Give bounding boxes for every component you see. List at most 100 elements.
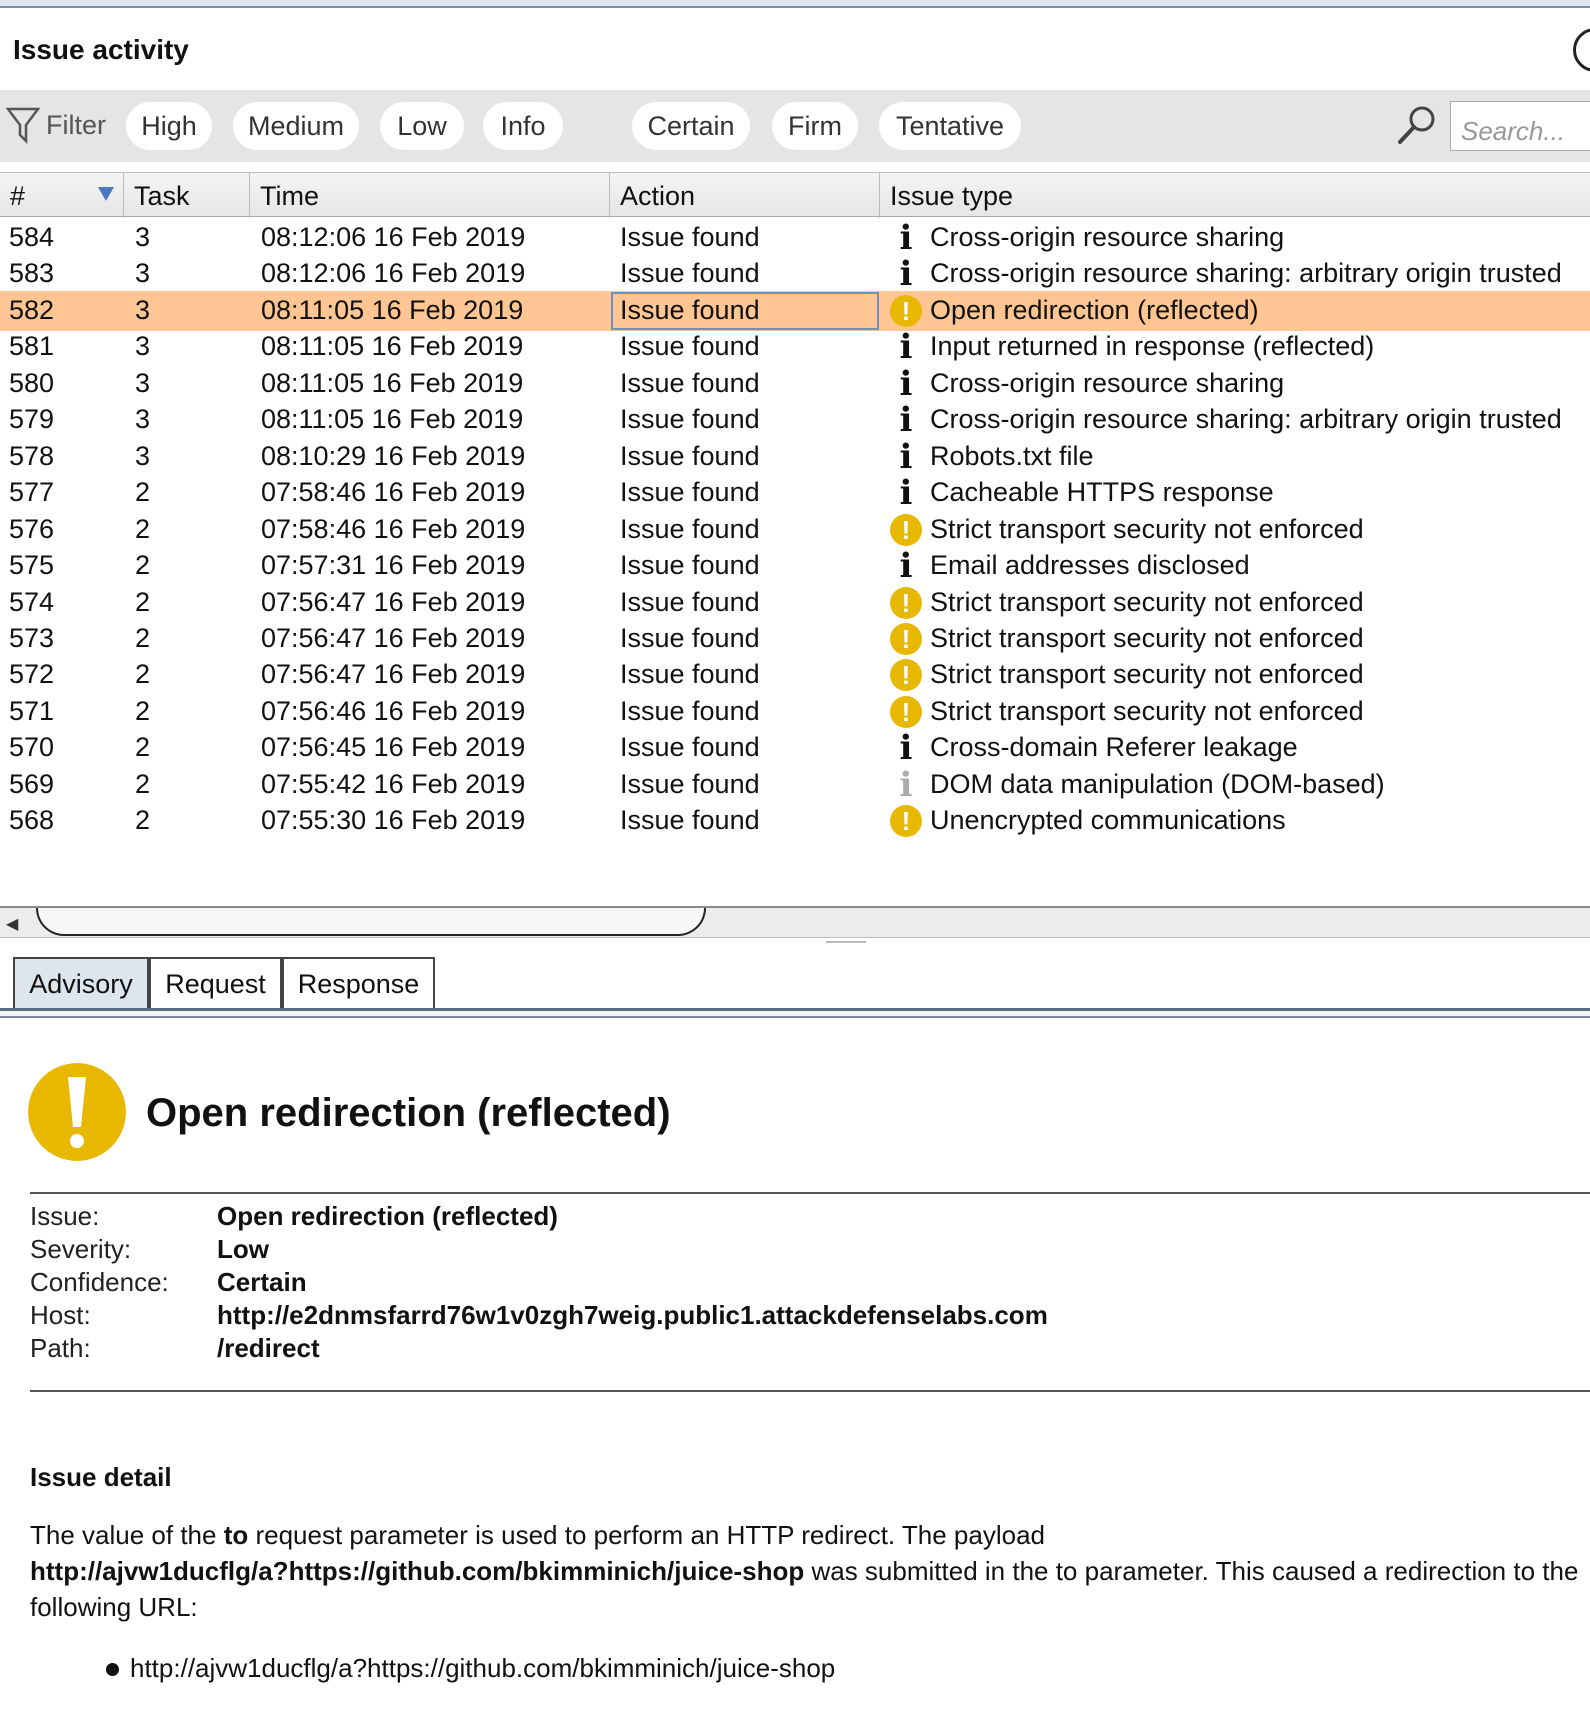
row-action: Issue found bbox=[620, 622, 760, 653]
row-task: 2 bbox=[135, 805, 151, 836]
row-action: Issue found bbox=[620, 695, 760, 726]
row-task: 3 bbox=[135, 440, 151, 471]
row-task: 3 bbox=[135, 404, 151, 435]
table-header: # Task Time Action Issue type bbox=[0, 172, 1590, 218]
filter-certain-button[interactable]: Certain bbox=[632, 102, 750, 150]
row-task: 2 bbox=[135, 513, 151, 544]
horizontal-scrollbar[interactable]: ◀ bbox=[0, 906, 1590, 938]
row-time: 07:55:30 16 Feb 2019 bbox=[261, 805, 526, 836]
meta-label: Path: bbox=[30, 1333, 91, 1363]
row-number: 569 bbox=[9, 768, 55, 799]
column-header-time[interactable]: Time bbox=[250, 173, 610, 218]
search-input[interactable] bbox=[1450, 101, 1590, 151]
row-number: 568 bbox=[9, 805, 55, 836]
table-row[interactable]: 572 2 07:56:47 16 Feb 2019 Issue found! Stri… bbox=[0, 655, 1590, 695]
scroll-left-arrow-icon[interactable]: ◀ bbox=[6, 914, 18, 934]
info-icon: i bbox=[899, 473, 913, 514]
row-task: 2 bbox=[135, 550, 151, 581]
row-task: 2 bbox=[135, 695, 151, 726]
tab-advisory[interactable]: Advisory bbox=[13, 957, 149, 1009]
row-number: 573 bbox=[9, 622, 55, 653]
row-number: 575 bbox=[9, 550, 55, 581]
filter-icon[interactable] bbox=[6, 105, 40, 145]
column-header-number-label: # bbox=[10, 181, 26, 211]
meta-label: Issue: bbox=[30, 1201, 100, 1231]
table-row[interactable]: 578 3 08:10:29 16 Feb 2019 Issue found i Robo… bbox=[0, 437, 1590, 477]
table-row[interactable]: 576 2 07:58:46 16 Feb 2019 Issue found! Stri… bbox=[0, 510, 1590, 550]
row-action: Issue found bbox=[620, 222, 760, 252]
table-row[interactable]: 569 2 07:55:42 16 Feb 2019 Issue found i DOM … bbox=[0, 765, 1590, 805]
warning-icon: ! bbox=[890, 294, 922, 327]
issue-detail-text: The value of the to request parameter is… bbox=[30, 1517, 1590, 1625]
row-action: Issue found bbox=[620, 586, 760, 617]
row-action: Issue found bbox=[620, 440, 760, 471]
row-number: 581 bbox=[9, 331, 55, 362]
row-issue-type: Email addresses disclosed bbox=[930, 550, 1250, 581]
column-header-action[interactable]: Action bbox=[610, 173, 880, 218]
row-issue-type: Strict transport security not enforced bbox=[930, 586, 1364, 617]
warning-icon: ! bbox=[890, 586, 922, 619]
table-row[interactable]: 584 3 08:12:06 16 Feb 2019 Issue found i Cros… bbox=[0, 218, 1590, 258]
table-row[interactable]: 582 3 08:11:05 16 Feb 2019 Issue found! Open… bbox=[0, 290, 1590, 331]
tab-response[interactable]: Response bbox=[282, 957, 435, 1009]
pane-splitter-handle[interactable] bbox=[826, 941, 866, 947]
filter-firm-button[interactable]: Firm bbox=[772, 102, 858, 150]
row-issue-type: Cacheable HTTPS response bbox=[930, 477, 1274, 508]
table-row[interactable]: 579 3 08:11:05 16 Feb 2019 Issue found i Cros… bbox=[0, 400, 1590, 440]
row-time: 07:56:47 16 Feb 2019 bbox=[261, 622, 526, 653]
row-task: 3 bbox=[135, 331, 151, 362]
table-row[interactable]: 577 2 07:58:46 16 Feb 2019 Issue found i Cach… bbox=[0, 473, 1590, 513]
table-row[interactable]: 580 3 08:11:05 16 Feb 2019 Issue found i Cros… bbox=[0, 364, 1590, 404]
scrollbar-thumb[interactable] bbox=[36, 908, 706, 936]
table-row[interactable]: 570 2 07:56:45 16 Feb 2019 Issue found i Cros… bbox=[0, 728, 1590, 768]
table-row[interactable]: 571 2 07:56:46 16 Feb 2019 Issue found! Stri… bbox=[0, 692, 1590, 732]
row-number: 583 bbox=[9, 258, 55, 289]
row-task: 2 bbox=[135, 622, 151, 653]
info-icon: i bbox=[899, 764, 913, 805]
table-row[interactable]: 583 3 08:12:06 16 Feb 2019 Issue found i Cros… bbox=[0, 254, 1590, 294]
filter-low-button[interactable]: Low bbox=[380, 102, 464, 150]
info-icon: i bbox=[899, 218, 913, 258]
table-row[interactable]: 575 2 07:57:31 16 Feb 2019 Issue found i Emai… bbox=[0, 546, 1590, 586]
filter-tentative-button[interactable]: Tentative bbox=[879, 102, 1021, 150]
row-action: Issue found bbox=[620, 477, 760, 508]
row-time: 08:12:06 16 Feb 2019 bbox=[261, 258, 526, 289]
info-icon: i bbox=[899, 546, 913, 587]
detail-text-part: request parameter is used to perform an … bbox=[248, 1520, 1045, 1550]
detail-text-part: The value of the bbox=[30, 1520, 224, 1550]
filter-medium-button[interactable]: Medium bbox=[233, 102, 359, 150]
meta-label: Host: bbox=[30, 1300, 91, 1330]
panel-options-icon[interactable] bbox=[1573, 28, 1590, 72]
table-row[interactable]: 573 2 07:56:47 16 Feb 2019 Issue found! Stri… bbox=[0, 619, 1590, 659]
warning-icon bbox=[28, 1063, 126, 1161]
row-time: 07:56:45 16 Feb 2019 bbox=[261, 732, 526, 763]
table-row[interactable]: 581 3 08:11:05 16 Feb 2019 Issue found i Inpu… bbox=[0, 327, 1590, 367]
filter-label[interactable]: Filter bbox=[46, 110, 106, 141]
column-header-issue-type[interactable]: Issue type bbox=[880, 173, 1590, 218]
table-row[interactable]: 568 2 07:55:30 16 Feb 2019 Issue found! Unen… bbox=[0, 801, 1590, 841]
meta-value: http://e2dnmsfarrd76w1v0zgh7weig.public1… bbox=[217, 1300, 1048, 1330]
issue-detail-heading: Issue detail bbox=[30, 1462, 172, 1492]
info-icon: i bbox=[899, 436, 913, 477]
divider bbox=[30, 1192, 1590, 1194]
meta-value: Low bbox=[217, 1234, 269, 1264]
filter-info-button[interactable]: Info bbox=[483, 102, 563, 150]
row-number: 570 bbox=[9, 732, 55, 763]
column-header-task[interactable]: Task bbox=[124, 173, 250, 218]
row-time: 08:11:05 16 Feb 2019 bbox=[261, 367, 524, 398]
meta-label: Severity: bbox=[30, 1234, 132, 1264]
table-row[interactable]: 574 2 07:56:47 16 Feb 2019 Issue found! Stri… bbox=[0, 583, 1590, 623]
tab-request[interactable]: Request bbox=[149, 957, 282, 1009]
bullet-icon bbox=[106, 1663, 119, 1676]
filter-high-button[interactable]: High bbox=[126, 102, 212, 150]
meta-value: Open redirection (reflected) bbox=[217, 1201, 558, 1231]
tab-divider bbox=[0, 1008, 1590, 1018]
panel-title: Issue activity bbox=[13, 34, 189, 65]
sort-descending-icon bbox=[98, 187, 114, 201]
search-icon[interactable] bbox=[1396, 104, 1438, 146]
row-issue-type: Input returned in response (reflected) bbox=[930, 331, 1375, 362]
row-task: 2 bbox=[135, 768, 151, 799]
info-icon: i bbox=[899, 327, 913, 368]
warning-icon: ! bbox=[890, 513, 922, 546]
info-icon: i bbox=[899, 400, 913, 441]
